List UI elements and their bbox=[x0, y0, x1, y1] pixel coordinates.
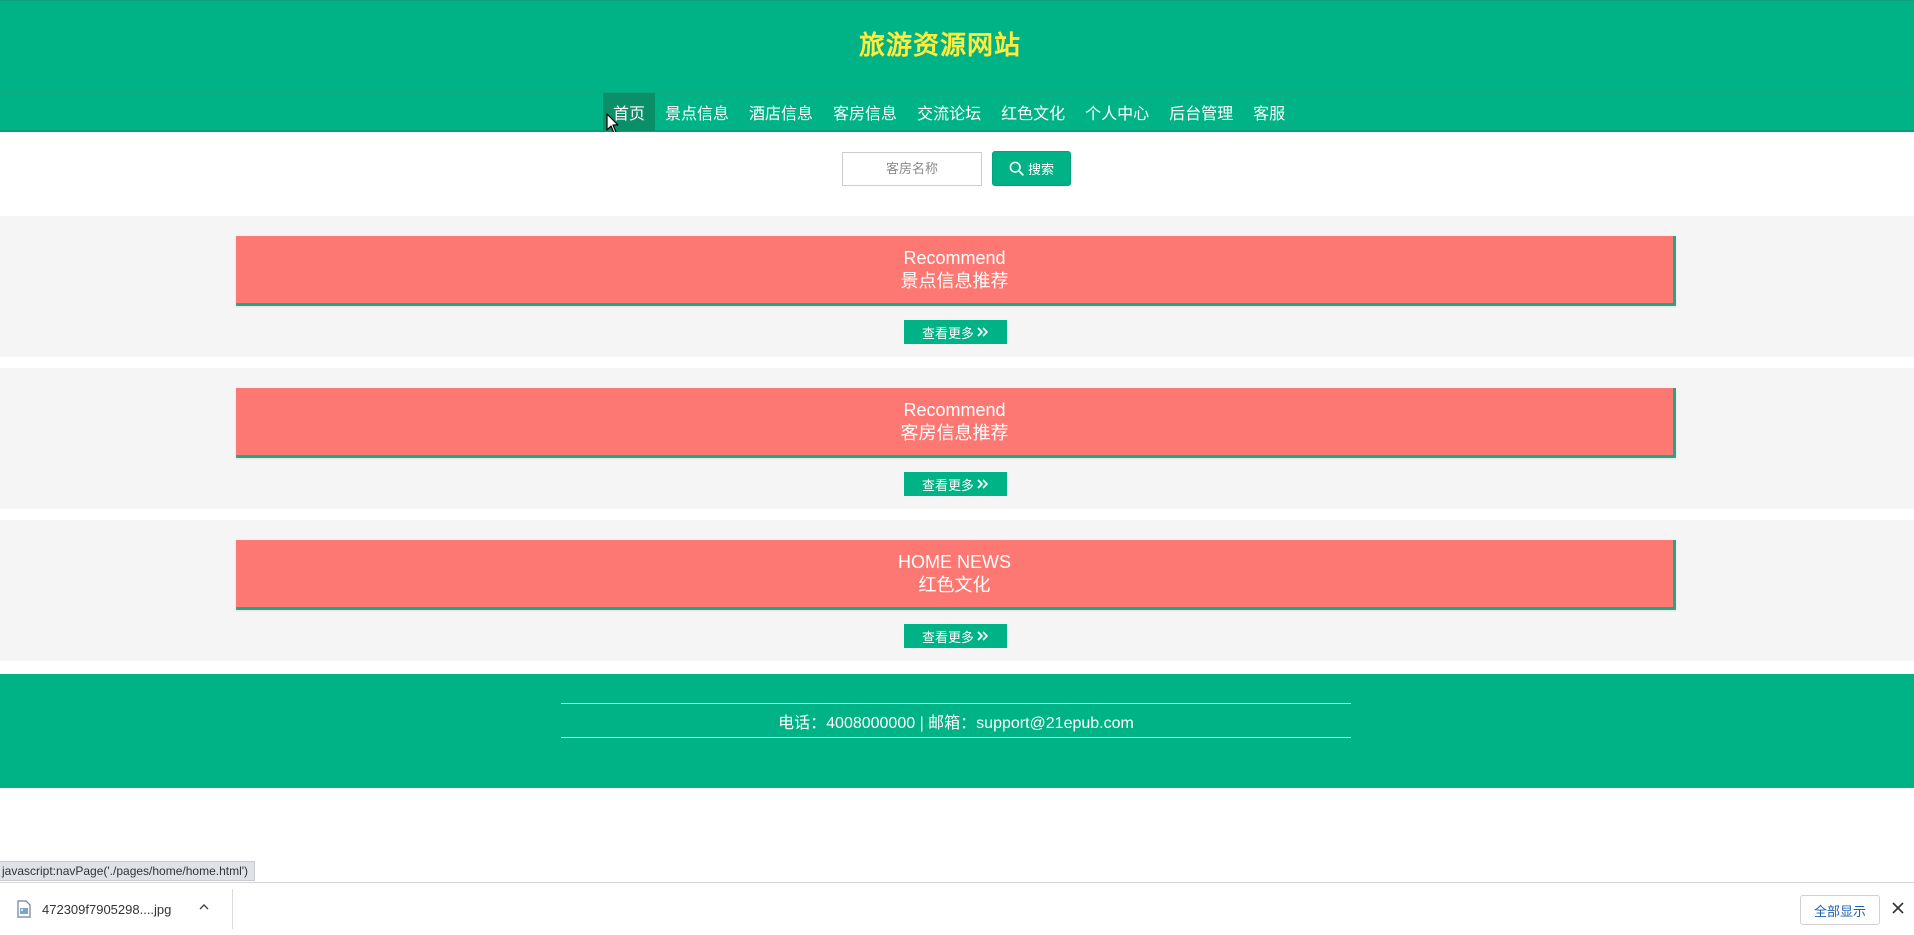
section-title-en: Recommend bbox=[903, 400, 1006, 420]
section-banner: Recommend 景点信息推荐 bbox=[236, 236, 1676, 306]
site-title: 旅游资源网站 bbox=[858, 31, 1021, 61]
section-title-cn: 客房信息推荐 bbox=[900, 423, 1009, 444]
double-chevron-right-icon bbox=[977, 327, 989, 337]
nav-item-admin[interactable]: 后台管理 bbox=[1159, 93, 1243, 131]
nav-list: 首页 景点信息 酒店信息 客房信息 交流论坛 红色文化 个人中心 后台管理 客服 bbox=[603, 93, 1295, 131]
view-more-label: 查看更多 bbox=[921, 478, 974, 494]
view-more-button[interactable]: 查看更多 bbox=[904, 624, 1007, 648]
image-file-icon bbox=[17, 900, 31, 918]
section-title-en: Recommend bbox=[903, 248, 1006, 268]
footer-contact: 电话：4008000000 | 邮箱：support@21epub.com bbox=[778, 715, 1134, 732]
view-more-button[interactable]: 查看更多 bbox=[904, 472, 1007, 496]
show-all-downloads-button[interactable]: 全部显示 bbox=[1800, 895, 1880, 925]
site-footer: 电话：4008000000 | 邮箱：support@21epub.com bbox=[0, 674, 1914, 788]
section-banner: Recommend 客房信息推荐 bbox=[236, 388, 1676, 458]
section-rooms: Recommend 客房信息推荐 查看更多 bbox=[0, 368, 1914, 509]
download-bar: 472309f7905298....jpg 全部显示 bbox=[0, 882, 1914, 934]
section-banner: HOME NEWS 红色文化 bbox=[236, 540, 1676, 610]
search-area: 搜索 bbox=[0, 132, 1914, 216]
section-title-cn: 红色文化 bbox=[918, 575, 991, 596]
search-input[interactable] bbox=[842, 152, 982, 186]
footer-divider bbox=[561, 703, 1351, 704]
site-header: 旅游资源网站 bbox=[0, 0, 1914, 92]
nav-item-forum[interactable]: 交流论坛 bbox=[907, 93, 991, 131]
nav-item-attractions[interactable]: 景点信息 bbox=[655, 93, 739, 131]
search-button-label: 搜索 bbox=[1027, 163, 1054, 178]
double-chevron-right-icon bbox=[977, 631, 989, 641]
nav-item-red-culture[interactable]: 红色文化 bbox=[991, 93, 1075, 131]
search-button[interactable]: 搜索 bbox=[992, 151, 1071, 186]
chevron-up-icon[interactable] bbox=[198, 901, 210, 913]
search-icon bbox=[1009, 161, 1024, 176]
main-nav: 首页 景点信息 酒店信息 客房信息 交流论坛 红色文化 个人中心 后台管理 客服 bbox=[0, 92, 1914, 132]
section-attractions: Recommend 景点信息推荐 查看更多 bbox=[0, 216, 1914, 357]
nav-item-hotels[interactable]: 酒店信息 bbox=[739, 93, 823, 131]
download-bar-divider bbox=[232, 889, 233, 929]
view-more-label: 查看更多 bbox=[921, 630, 974, 646]
nav-item-personal-center[interactable]: 个人中心 bbox=[1075, 93, 1159, 131]
status-bar-url: javascript:navPage('./pages/home/home.ht… bbox=[0, 861, 256, 881]
nav-item-customer-service[interactable]: 客服 bbox=[1243, 93, 1295, 131]
view-more-button[interactable]: 查看更多 bbox=[904, 320, 1007, 344]
view-more-label: 查看更多 bbox=[921, 326, 974, 342]
section-title-cn: 景点信息推荐 bbox=[900, 271, 1009, 292]
close-icon[interactable] bbox=[1890, 900, 1906, 916]
section-news: HOME NEWS 红色文化 查看更多 bbox=[0, 520, 1914, 661]
double-chevron-right-icon bbox=[977, 479, 989, 489]
footer-divider bbox=[561, 737, 1351, 738]
nav-item-rooms[interactable]: 客房信息 bbox=[823, 93, 907, 131]
section-title-en: HOME NEWS bbox=[897, 552, 1011, 572]
download-filename: 472309f7905298....jpg bbox=[42, 901, 172, 917]
